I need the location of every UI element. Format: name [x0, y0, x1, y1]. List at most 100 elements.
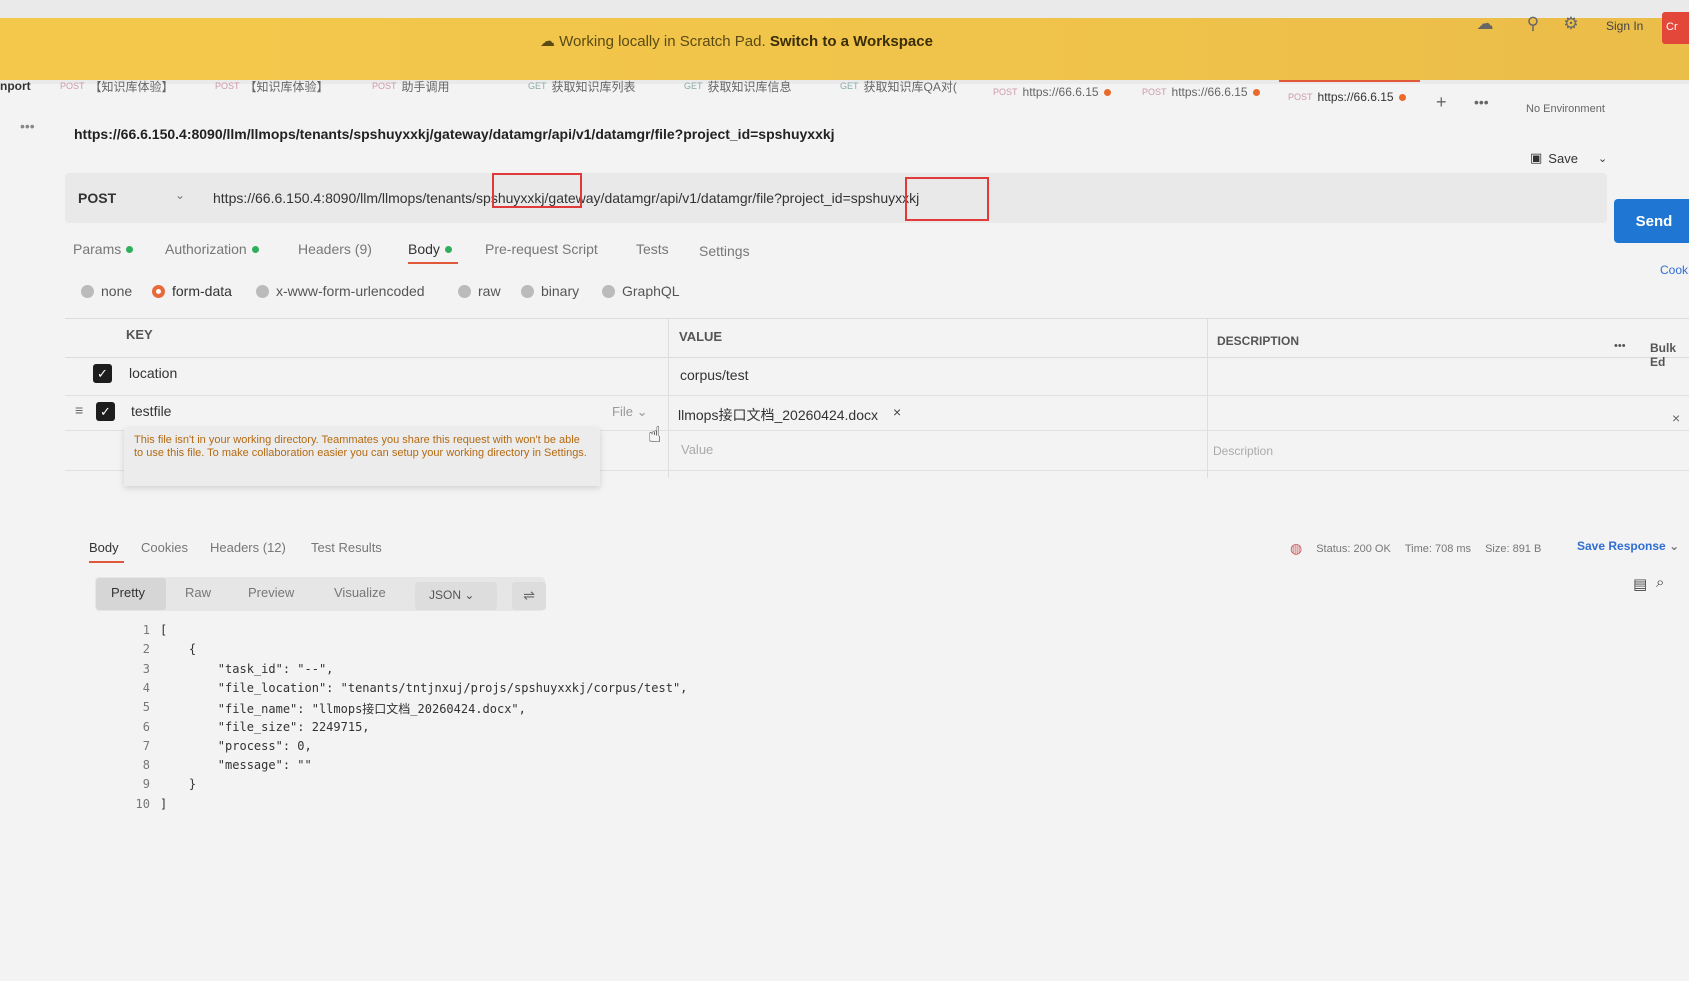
- row-key[interactable]: location: [129, 365, 177, 381]
- tab-request[interactable]: GET 获取知识库信息: [684, 74, 792, 98]
- response-tab-test-results[interactable]: Test Results: [311, 540, 382, 555]
- column-divider: [668, 318, 669, 478]
- active-tab-indicator: [408, 262, 458, 264]
- banner-message: ☁ Working locally in Scratch Pad. Switch…: [540, 33, 933, 50]
- chevron-down-icon: ⌄: [636, 404, 648, 419]
- status-dot: [251, 245, 259, 253]
- tab-request[interactable]: POST https://66.6.15: [1142, 80, 1260, 104]
- view-preview[interactable]: Preview: [248, 585, 294, 600]
- active-tab-indicator: [89, 561, 124, 563]
- highlight-box: [905, 177, 989, 221]
- new-tab-plus-icon[interactable]: +: [1436, 92, 1447, 113]
- tab-request[interactable]: GET 获取知识库QA对(: [840, 74, 957, 98]
- more-tabs-icon[interactable]: •••: [1474, 94, 1489, 110]
- line-number: 7: [142, 738, 150, 753]
- code-line: "process": 0,: [160, 738, 312, 753]
- method-select[interactable]: POST: [78, 190, 116, 206]
- radio-icon: [256, 284, 269, 298]
- tab-authorization[interactable]: Authorization: [165, 241, 259, 257]
- value-input[interactable]: Value: [681, 442, 713, 457]
- body-type-urlencoded[interactable]: x-www-form-urlencoded: [256, 283, 425, 299]
- tab-request[interactable]: POST 【知识库体验】: [60, 74, 174, 98]
- search-icon[interactable]: ⌕: [1656, 574, 1664, 591]
- tab-request[interactable]: GET 获取知识库列表: [528, 74, 636, 98]
- unsaved-dot: [1398, 93, 1406, 101]
- send-button[interactable]: Send: [1614, 199, 1689, 243]
- highlight-box: [492, 173, 582, 208]
- copy-icon[interactable]: ▤: [1633, 575, 1647, 593]
- save-button[interactable]: ▣ Save ⌄: [1530, 150, 1607, 166]
- bulk-edit-link[interactable]: Bulk Ed: [1650, 341, 1689, 369]
- view-pretty[interactable]: Pretty: [111, 585, 145, 600]
- row-key[interactable]: testfile: [131, 403, 171, 419]
- line-number: 5: [142, 700, 150, 715]
- chevron-down-icon[interactable]: ⌄: [1598, 152, 1607, 165]
- tab-params[interactable]: Params: [73, 241, 134, 257]
- switch-workspace-link[interactable]: Switch to a Workspace: [770, 33, 933, 50]
- tab-body[interactable]: Body: [408, 241, 452, 257]
- cloud-sync-icon[interactable]: ☁: [1474, 14, 1496, 36]
- radio-icon: [81, 284, 94, 298]
- body-type-form-data[interactable]: form-data: [152, 283, 232, 299]
- row-checkbox[interactable]: ✓: [96, 402, 115, 421]
- response-tab-cookies[interactable]: Cookies: [141, 540, 188, 555]
- body-type-binary[interactable]: binary: [521, 283, 579, 299]
- sign-in-button[interactable]: Sign In: [1606, 19, 1643, 33]
- tab-request-active[interactable]: POST https://66.6.15: [1288, 85, 1406, 109]
- create-account-button[interactable]: Cr: [1662, 12, 1689, 44]
- body-type-raw[interactable]: raw: [458, 283, 501, 299]
- response-tab-body[interactable]: Body: [89, 540, 119, 555]
- tab-tests[interactable]: Tests: [636, 241, 669, 257]
- radio-icon: [602, 284, 615, 298]
- environment-selector[interactable]: No Environment: [1526, 103, 1605, 115]
- tab-headers[interactable]: Headers (9): [298, 241, 372, 257]
- cloud-off-icon: ☁: [540, 33, 555, 50]
- line-number: 10: [135, 796, 150, 811]
- more-options-icon[interactable]: •••: [1614, 340, 1626, 352]
- column-key: KEY: [126, 327, 153, 342]
- wrap-lines-icon[interactable]: ⇌: [512, 582, 546, 610]
- type-select[interactable]: File ⌄: [612, 404, 647, 420]
- hand-cursor-icon: ☝: [648, 422, 662, 447]
- radio-icon: [458, 284, 471, 298]
- tab-import[interactable]: nport: [0, 74, 31, 98]
- format-select[interactable]: JSON ⌄: [415, 582, 497, 610]
- gear-icon[interactable]: ⚙: [1560, 14, 1582, 36]
- satellite-icon[interactable]: ⚲: [1522, 14, 1544, 36]
- save-response-button[interactable]: Save Response ⌄: [1577, 539, 1679, 553]
- radio-icon: [521, 284, 534, 298]
- tab-settings[interactable]: Settings: [699, 243, 750, 259]
- column-divider: [1207, 318, 1208, 478]
- file-value[interactable]: llmops接口文档_20260424.docx: [678, 405, 878, 425]
- tab-request[interactable]: POST https://66.6.15: [993, 80, 1111, 104]
- row-value[interactable]: corpus/test: [680, 367, 748, 383]
- unsaved-dot: [1252, 88, 1260, 96]
- row-checkbox[interactable]: ✓: [93, 364, 112, 383]
- form-data-table-header: [65, 318, 1689, 358]
- tab-request[interactable]: POST 【知识库体验】: [215, 74, 329, 98]
- sidebar-toggle-icon[interactable]: •••: [20, 118, 35, 134]
- cookies-link[interactable]: Cook: [1660, 263, 1688, 277]
- chevron-down-icon[interactable]: ⌄: [175, 188, 185, 202]
- body-type-graphql[interactable]: GraphQL: [602, 283, 680, 299]
- view-visualize[interactable]: Visualize: [334, 585, 386, 600]
- code-line: "file_size": 2249715,: [160, 719, 370, 734]
- tab-pre-request-script[interactable]: Pre-request Script: [485, 241, 598, 257]
- body-type-none[interactable]: none: [81, 283, 132, 299]
- response-tab-headers[interactable]: Headers (12): [210, 540, 286, 555]
- remove-file-icon[interactable]: ×: [893, 404, 901, 420]
- view-raw[interactable]: Raw: [185, 585, 211, 600]
- request-title: https://66.6.150.4:8090/llm/llmops/tenan…: [74, 126, 835, 142]
- description-input[interactable]: Description: [1213, 444, 1273, 458]
- globe-icon: ◍: [1290, 540, 1303, 556]
- response-status: ◍ Status: 200 OK Time: 708 ms Size: 891 …: [1290, 540, 1542, 556]
- drag-handle-icon[interactable]: ≡: [75, 402, 83, 418]
- code-line: {: [160, 642, 197, 657]
- unsaved-dot: [1103, 88, 1111, 96]
- active-tab-indicator: [1279, 80, 1420, 82]
- tab-request[interactable]: POST 助手调用: [372, 74, 450, 98]
- line-number: 3: [142, 661, 150, 676]
- line-number: 4: [142, 680, 150, 695]
- status-dot: [444, 245, 452, 253]
- delete-row-icon[interactable]: ×: [1672, 410, 1680, 426]
